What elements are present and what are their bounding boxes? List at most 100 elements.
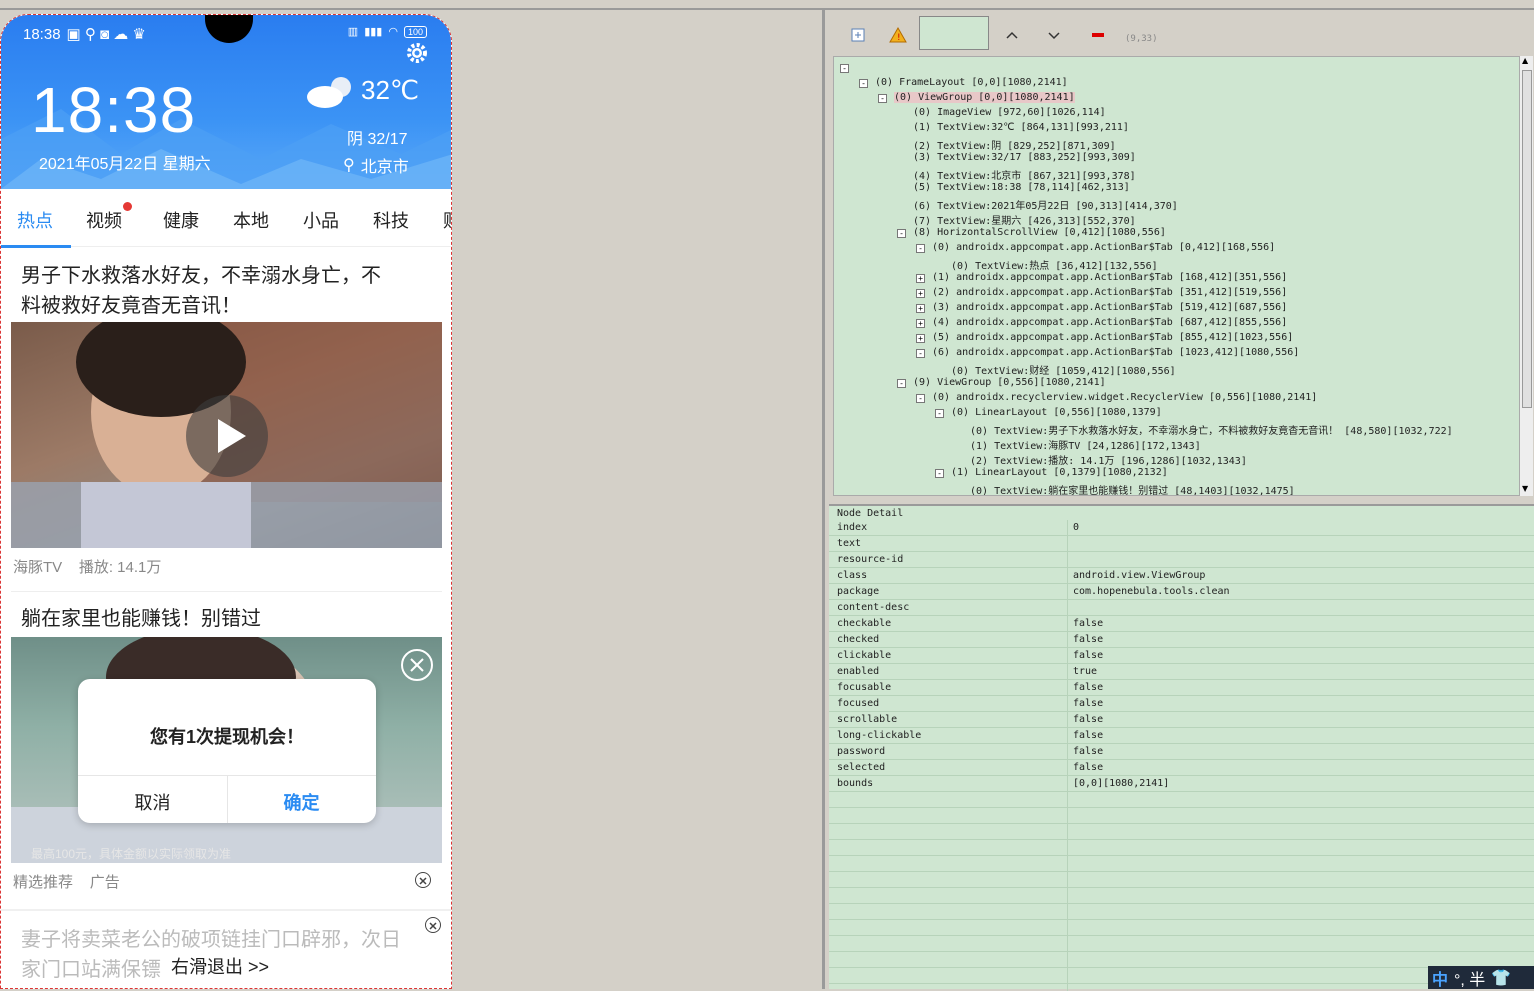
tree-node[interactable]: (8) HorizontalScrollView [0,412][1080,55… — [913, 227, 1166, 238]
tree-toggle-icon[interactable]: - — [840, 64, 849, 73]
detail-key: class — [837, 570, 868, 581]
play-button[interactable] — [186, 395, 268, 477]
signal-icon: ▮▮▮ — [364, 26, 383, 38]
tree-toggle-icon[interactable]: + — [916, 319, 925, 328]
tree-node[interactable]: (2) TextView:阴 [829,252][871,309] — [913, 137, 1116, 152]
detail-row — [829, 920, 1534, 936]
clock-date: 2021年05月22日 星期六 — [39, 156, 211, 173]
confirm-button[interactable]: 确定 — [227, 789, 376, 815]
detail-row: enabled true — [829, 664, 1534, 680]
article-title-line: 男子下水救落水好友，不幸溺水身亡，不 — [21, 265, 381, 287]
tab-sketch[interactable]: 小品 — [303, 207, 339, 233]
detail-row: selected false — [829, 760, 1534, 776]
detail-key: focused — [837, 698, 880, 709]
ime-indicator[interactable]: 中 °, 半 👕 — [1428, 966, 1534, 989]
tree-toggle-icon[interactable]: - — [878, 94, 887, 103]
tree-toggle-icon[interactable]: - — [935, 469, 944, 478]
detail-key: selected — [837, 762, 886, 773]
scrollbar-thumb[interactable] — [1522, 70, 1532, 408]
ad-caption: 最高100元，具体金额以实际领取为准 — [31, 847, 232, 861]
tree-node[interactable]: (2) TextView:播放: 14.1万 [196,1286][1032,1… — [970, 452, 1247, 467]
tree-node[interactable]: (1) androidx.appcompat.app.ActionBar$Tab… — [932, 272, 1287, 283]
ime-language: 中 — [1432, 971, 1449, 989]
tree-node[interactable]: (0) TextView:躺在家里也能赚钱！别错过 [48,1403][1032… — [970, 482, 1295, 495]
warning-icon[interactable]: ! — [887, 24, 909, 46]
tree-node[interactable]: (1) LinearLayout [0,1379][1080,2132] — [951, 467, 1168, 478]
tree-node[interactable]: (6) TextView:2021年05月22日 [90,313][414,37… — [913, 197, 1178, 212]
tree-toggle-icon[interactable]: + — [916, 334, 925, 343]
tab-finance[interactable]: 财 — [443, 207, 451, 233]
ad-close-x-mark — [419, 877, 427, 885]
tree-toggle-icon[interactable]: - — [859, 79, 868, 88]
tree-scrollbar[interactable]: ▲ ▼ — [1519, 56, 1533, 496]
tree-node[interactable]: (0) LinearLayout [0,556][1080,1379] — [951, 407, 1162, 418]
tab-health[interactable]: 健康 — [163, 207, 199, 233]
tree-node[interactable]: (0) TextView:财经 [1059,412][1080,556] — [951, 362, 1176, 377]
cancel-button[interactable]: 取消 — [78, 789, 227, 815]
tree-node[interactable]: (7) TextView:星期六 [426,313][552,370] — [913, 212, 1136, 227]
tree-node[interactable]: (2) androidx.appcompat.app.ActionBar$Tab… — [932, 287, 1287, 298]
tree-toggle-icon[interactable]: - — [897, 229, 906, 238]
detail-row: long-clickable false — [829, 728, 1534, 744]
tree-node[interactable]: (0) TextView:男子下水救落水好友，不幸溺水身亡，不料被救好友竟杳无音… — [970, 422, 1453, 437]
hierarchy-tree[interactable]: - - (0) FrameLayout [0,0][1080,2141] - (0) V… — [833, 56, 1527, 496]
ad-close-icon[interactable] — [415, 872, 431, 888]
tab-local[interactable]: 本地 — [233, 207, 269, 233]
chevron-up-icon[interactable] — [1001, 24, 1023, 46]
tree-toggle-icon[interactable]: + — [916, 289, 925, 298]
tree-node[interactable]: (4) androidx.appcompat.app.ActionBar$Tab… — [932, 317, 1287, 328]
city-location[interactable]: ⚲ 北京市 — [343, 153, 409, 177]
status-time: 18:38 — [23, 25, 61, 43]
tree-node[interactable]: (9) ViewGroup [0,556][1080,2141] — [913, 377, 1106, 388]
tree-node[interactable]: (6) androidx.appcompat.app.ActionBar$Tab… — [932, 347, 1299, 358]
tree-node[interactable]: (1) TextView:32℃ [864,131][993,211] — [913, 122, 1129, 133]
tree-toggle-icon[interactable]: - — [935, 409, 944, 418]
tree-toggle-icon[interactable]: - — [916, 244, 925, 253]
close-icon[interactable] — [401, 649, 433, 681]
detail-value: false — [1073, 650, 1104, 661]
tree-node[interactable]: (4) TextView:北京市 [867,321][993,378] — [913, 167, 1136, 182]
battery-icon: 100 — [403, 25, 427, 38]
expand-all-icon[interactable] — [847, 24, 869, 46]
tab-tech[interactable]: 科技 — [373, 207, 409, 233]
scroll-down-icon[interactable]: ▼ — [1522, 484, 1528, 493]
detail-value: false — [1073, 714, 1104, 725]
active-tab-indicator — [1, 245, 71, 248]
detail-row — [829, 936, 1534, 952]
search-input[interactable] — [919, 16, 989, 50]
article-title[interactable]: 男子下水救落水好友，不幸溺水身亡，不 料被救好友竟杳无音讯！ — [21, 261, 381, 321]
detail-value: false — [1073, 682, 1104, 693]
chevron-down-icon[interactable] — [1043, 24, 1065, 46]
clear-icon[interactable] — [1087, 24, 1109, 46]
detail-value: true — [1073, 666, 1098, 677]
tab-video[interactable]: 视频 — [86, 207, 122, 233]
tree-node[interactable]: (0) FrameLayout [0,0][1080,2141] — [875, 77, 1068, 88]
article-source: 海豚TV — [13, 559, 63, 576]
ad-source: 精选推荐 — [13, 874, 74, 891]
tree-node[interactable]: (0) ViewGroup [0,0][1080,2141] — [894, 92, 1075, 103]
tree-node[interactable]: (3) androidx.appcompat.app.ActionBar$Tab… — [932, 302, 1287, 313]
tab-hot[interactable]: 热点 — [17, 207, 53, 233]
tree-toggle-icon[interactable]: - — [916, 394, 925, 403]
tree-node[interactable]: (3) TextView:32/17 [883,252][993,309] — [913, 152, 1136, 163]
tree-toggle-icon[interactable]: + — [916, 304, 925, 313]
tree-toggle-icon[interactable]: - — [916, 349, 925, 358]
tree-node[interactable]: (5) androidx.appcompat.app.ActionBar$Tab… — [932, 332, 1293, 343]
tree-toggle-icon[interactable]: - — [897, 379, 906, 388]
scroll-up-icon[interactable]: ▲ — [1522, 56, 1528, 65]
category-tabs: 热点 视频 健康 本地 小品 科技 财 — [1, 189, 451, 247]
tree-node[interactable]: (5) TextView:18:38 [78,114][462,313] — [913, 182, 1130, 193]
tree-node[interactable]: (1) TextView:海豚TV [24,1286][172,1343] — [970, 437, 1201, 452]
tree-node[interactable]: (0) TextView:热点 [36,412][132,556] — [951, 257, 1158, 272]
article-close-icon[interactable] — [425, 917, 441, 933]
gear-icon[interactable] — [405, 41, 429, 65]
node-detail-title: Node Detail — [837, 508, 904, 519]
tree-node[interactable]: (0) androidx.appcompat.app.ActionBar$Tab… — [932, 242, 1275, 253]
window-top-bar — [0, 0, 1534, 10]
tree-node[interactable]: (0) androidx.recyclerview.widget.Recycle… — [932, 392, 1317, 403]
tree-node[interactable]: (0) ImageView [972,60][1026,114] — [913, 107, 1106, 118]
detail-row: checkable false — [829, 616, 1534, 632]
ad-title[interactable]: 躺在家里也能赚钱！别错过 — [21, 604, 261, 634]
status-icons: ▣ ⚲ ◙ ☁ ♛ — [66, 26, 146, 43]
tree-toggle-icon[interactable]: + — [916, 274, 925, 283]
